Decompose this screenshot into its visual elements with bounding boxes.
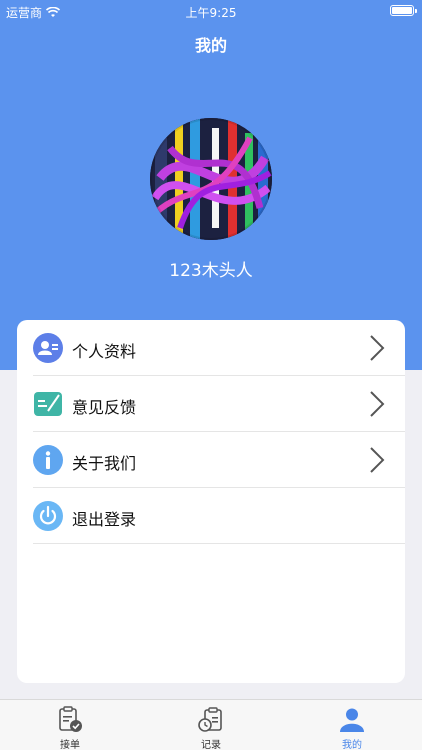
tab-orders[interactable]: 接单 — [0, 700, 140, 750]
tab-mine[interactable]: 我的 — [282, 700, 422, 750]
status-bar: 运营商 上午9:25 — [0, 0, 422, 22]
power-icon — [33, 501, 63, 531]
menu-card: 个人资料 意见反馈 关于我们 退出登录 — [17, 320, 405, 683]
menu-item-logout[interactable]: 退出登录 — [17, 488, 405, 544]
avatar-image — [150, 118, 272, 240]
chevron-right-icon — [370, 391, 385, 417]
profile-header: 运营商 上午9:25 我的 123木头人 — [0, 0, 422, 370]
feedback-edit-icon — [34, 392, 62, 416]
clipboard-check-icon — [59, 706, 82, 732]
username: 123木头人 — [169, 261, 253, 281]
menu-item-about[interactable]: 关于我们 — [17, 432, 405, 488]
status-time: 上午9:25 — [185, 6, 237, 20]
chevron-right-icon — [370, 335, 385, 361]
divider — [33, 543, 405, 544]
page-title: 我的 — [194, 36, 227, 55]
chevron-right-icon — [370, 447, 385, 473]
person-card-icon — [33, 333, 63, 363]
menu-item-profile[interactable]: 个人资料 — [17, 320, 405, 376]
menu-item-label: 关于我们 — [72, 454, 137, 473]
avatar[interactable] — [150, 118, 272, 240]
battery-icon — [390, 5, 417, 16]
tab-label: 接单 — [60, 740, 80, 750]
menu-item-label: 个人资料 — [72, 342, 137, 361]
clipboard-clock-icon — [198, 707, 222, 732]
menu-item-feedback[interactable]: 意见反馈 — [17, 376, 405, 432]
person-icon — [340, 708, 364, 732]
tab-label: 记录 — [201, 740, 221, 750]
tab-label: 我的 — [342, 740, 362, 750]
info-icon — [33, 445, 63, 475]
menu-item-label: 意见反馈 — [72, 398, 137, 417]
tab-bar: 接单 记录 我的 — [0, 699, 422, 750]
menu-item-label: 退出登录 — [72, 510, 137, 529]
tab-records[interactable]: 记录 — [141, 700, 281, 750]
